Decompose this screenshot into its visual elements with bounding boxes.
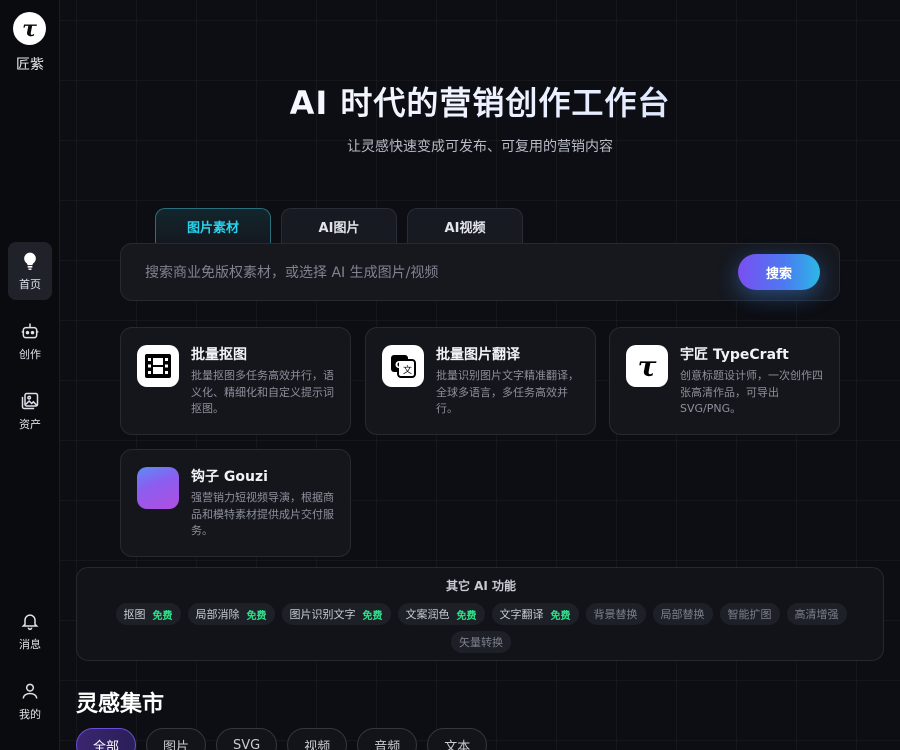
search-button[interactable]: 搜索 (738, 254, 820, 290)
hero-title: AI 时代的营销创作工作台 (60, 78, 900, 124)
other-ai-features: 其它 AI 功能 抠图 免费 局部消除 免费 图片识别文字 免费 文案润色 免费 (76, 567, 884, 661)
sidebar-item-create[interactable]: 创作 (8, 312, 52, 370)
svg-text:文: 文 (403, 364, 412, 376)
feature-chip-partial-erase[interactable]: 局部消除 免费 (187, 603, 275, 625)
category-pill-audio[interactable]: 音频 (357, 728, 418, 750)
sidebar-item-messages[interactable]: 消息 (8, 602, 52, 660)
logo-glyph: τ (22, 15, 37, 42)
card-description: 批量抠图多任务高效并行，语义化、精细化和自定义提示词抠图。 (191, 369, 334, 415)
chip-label: 文案润色 (405, 608, 450, 621)
hero-subtitle: 让灵感快速变成可发布、可复用的营销内容 (347, 139, 613, 155)
typecraft-glyph: τ (637, 349, 657, 383)
card-description: 批量识别图片文字精准翻译，全球多语言，多任务高效并行。 (436, 369, 579, 415)
sidebar-item-profile[interactable]: 我的 (8, 672, 52, 730)
free-badge: 免费 (550, 610, 571, 622)
market-title: 灵感集市 (76, 692, 165, 717)
sidebar-item-label: 资产 (19, 417, 41, 431)
sidebar-item-label: 我的 (19, 707, 41, 721)
svg-text:G: G (395, 360, 403, 371)
tab-ai-video[interactable]: AI视频 (407, 208, 523, 244)
chip-label: 抠图 (123, 608, 146, 621)
logo-text: 匠紫 (16, 57, 44, 73)
chip-label: 图片识别文字 (289, 608, 356, 621)
search-bar: 搜索 (120, 243, 840, 301)
free-badge: 免费 (362, 610, 383, 622)
other-features-title: 其它 AI 功能 (445, 579, 517, 593)
chip-label: 文字翻译 (499, 608, 544, 621)
sidebar: τ 匠紫 首页 创作 资产 消息 我的 (0, 0, 60, 750)
feature-card-typecraft[interactable]: τ 宇匠 TypeCraft 创意标题设计师，一次创作四张高清作品，可导出SVG… (609, 327, 840, 435)
card-title: 宇匠 TypeCraft (680, 347, 789, 363)
feature-chip-partial-replace[interactable]: 局部替换 (652, 603, 713, 625)
category-pill-svg[interactable]: SVG (216, 728, 278, 750)
gouzi-gradient-icon (137, 467, 179, 509)
sidebar-item-label: 首页 (19, 277, 41, 291)
chip-label: 局部消除 (195, 608, 240, 621)
feature-chip-cutout[interactable]: 抠图 免费 (115, 603, 181, 625)
app-root: τ 匠紫 首页 创作 资产 消息 我的 AI 时代的营销创作工作台 让灵感快速变… (0, 0, 900, 750)
translate-icon: G 文 (382, 345, 424, 387)
typecraft-logo-icon: τ (626, 345, 668, 387)
feature-chip-text-translate[interactable]: 文字翻译 免费 (491, 603, 579, 625)
tab-ai-image[interactable]: AI图片 (281, 208, 397, 244)
film-frame-icon (137, 345, 179, 387)
search-input[interactable] (143, 262, 703, 284)
bell-icon (21, 613, 39, 630)
feature-card-batch-translate[interactable]: G 文 批量图片翻译 批量识别图片文字精准翻译，全球多语言，多任务高效并行。 (365, 327, 596, 435)
free-badge: 免费 (152, 610, 173, 622)
features-row-1: 抠图 免费 局部消除 免费 图片识别文字 免费 文案润色 免费 文字翻译 免费 … (77, 603, 885, 625)
feature-chip-vector-convert[interactable]: 矢量转换 (451, 631, 511, 653)
card-title: 钩子 Gouzi (191, 469, 268, 485)
feature-chip-hd-enhance[interactable]: 高清增强 (786, 603, 847, 625)
feature-chip-copy-polish[interactable]: 文案润色 免费 (397, 603, 485, 625)
feature-card-batch-cutout[interactable]: 批量抠图 批量抠图多任务高效并行，语义化、精细化和自定义提示词抠图。 (120, 327, 351, 435)
image-stack-icon (21, 392, 39, 409)
logo-icon[interactable]: τ (13, 12, 46, 45)
free-badge: 免费 (456, 610, 477, 622)
card-description: 创意标题设计师，一次创作四张高清作品，可导出SVG/PNG。 (680, 369, 823, 415)
user-icon (22, 683, 38, 699)
category-pill-text[interactable]: 文本 (427, 728, 488, 750)
search-tabs: 图片素材 AI图片 AI视频 (155, 208, 523, 244)
sidebar-item-label: 消息 (19, 637, 41, 651)
tab-image-assets[interactable]: 图片素材 (155, 208, 271, 244)
category-pill-video[interactable]: 视频 (287, 728, 348, 750)
robot-icon (21, 323, 39, 338)
lightbulb-icon (24, 252, 36, 270)
sidebar-item-home[interactable]: 首页 (8, 242, 52, 300)
feature-chip-background-replace[interactable]: 背景替换 (585, 603, 646, 625)
feature-card-gouzi[interactable]: 钩子 Gouzi 强营销力短视频导演，根据商品和模特素材提供成片交付服务。 (120, 449, 351, 557)
feature-chip-smart-expand[interactable]: 智能扩图 (719, 603, 780, 625)
feature-chip-ocr[interactable]: 图片识别文字 免费 (281, 603, 391, 625)
market-category-filter: 全部 图片 SVG 视频 音频 文本 (76, 728, 488, 750)
free-badge: 免费 (246, 610, 267, 622)
card-title: 批量图片翻译 (436, 347, 520, 363)
category-pill-image[interactable]: 图片 (146, 728, 207, 750)
features-row-2: 矢量转换 (77, 631, 885, 653)
main-content: AI 时代的营销创作工作台 让灵感快速变成可发布、可复用的营销内容 图片素材 A… (60, 0, 900, 750)
card-title: 批量抠图 (191, 347, 247, 363)
sidebar-item-label: 创作 (19, 347, 41, 361)
category-pill-all[interactable]: 全部 (76, 728, 137, 750)
sidebar-item-assets[interactable]: 资产 (8, 382, 52, 440)
card-description: 强营销力短视频导演，根据商品和模特素材提供成片交付服务。 (191, 491, 334, 537)
